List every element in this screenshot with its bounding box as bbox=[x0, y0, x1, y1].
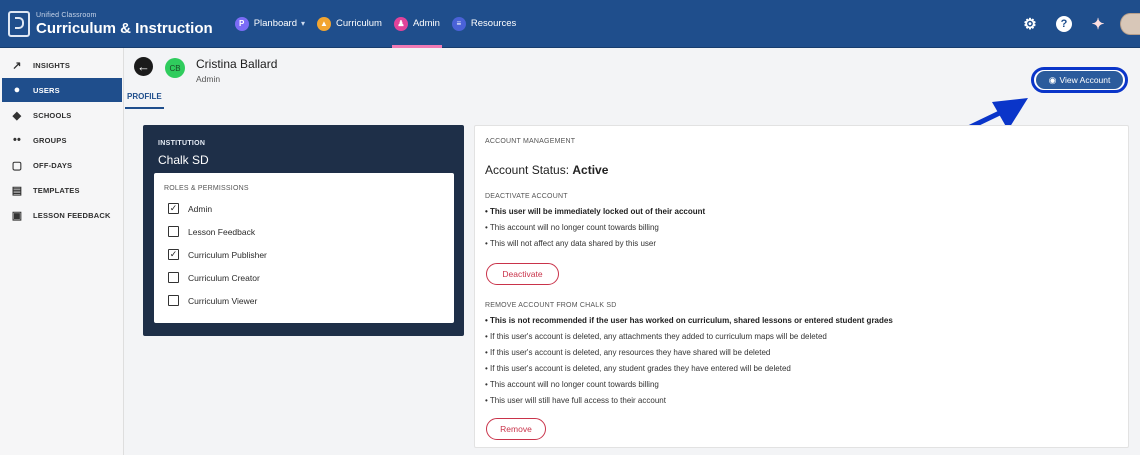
nav-planboard-label: Planboard bbox=[253, 18, 297, 29]
sidebar-item-off-days[interactable]: ▢ OFF-DAYS bbox=[2, 153, 123, 177]
role-curriculum-creator[interactable]: Curriculum Creator bbox=[168, 272, 260, 283]
sidebar-item-label: LESSON FEEDBACK bbox=[33, 210, 111, 220]
sidebar-item-label: GROUPS bbox=[33, 135, 67, 145]
role-label: Curriculum Publisher bbox=[188, 249, 267, 260]
sidebar-item-schools[interactable]: ◆ SCHOOLS bbox=[2, 103, 123, 127]
chevron-down-icon[interactable]: ▾ bbox=[301, 19, 305, 28]
remove-bullet: • This user will still have full access … bbox=[485, 396, 666, 405]
top-navigation-bar: Unified Classroom Curriculum & Instructi… bbox=[0, 0, 1140, 48]
account-status: Account Status: Active bbox=[485, 163, 608, 177]
sidebar-item-label: TEMPLATES bbox=[33, 185, 80, 195]
sidebar-item-label: SCHOOLS bbox=[33, 110, 72, 120]
user-name: Cristina Ballard bbox=[196, 57, 278, 71]
nav-curriculum[interactable]: ▲ Curriculum bbox=[311, 0, 388, 48]
remove-section-label: REMOVE ACCOUNT FROM CHALK SD bbox=[485, 302, 617, 309]
role-label: Curriculum Creator bbox=[188, 272, 260, 283]
planboard-p-icon: P bbox=[234, 16, 249, 31]
remove-bullet: • If this user's account is deleted, any… bbox=[485, 348, 771, 357]
role-label: Curriculum Viewer bbox=[188, 295, 258, 306]
remove-bullet: • If this user's account is deleted, any… bbox=[485, 332, 827, 341]
resources-icon: ≡ bbox=[451, 16, 466, 31]
brand-logo-icon bbox=[8, 10, 30, 37]
sidebar-item-label: INSIGHTS bbox=[33, 60, 71, 70]
roles-permissions-box: ROLES & PERMISSIONS ✓ Admin Lesson Feedb… bbox=[154, 173, 454, 323]
sidebar-item-templates[interactable]: ▤ TEMPLATES bbox=[2, 178, 123, 202]
account-status-value: Active bbox=[572, 163, 609, 177]
remove-bullet: • If this user's account is deleted, any… bbox=[485, 364, 791, 373]
announcements-icon[interactable]: ✦ bbox=[1088, 14, 1108, 34]
institution-label: INSTITUTION bbox=[158, 140, 206, 147]
nav-admin-label: Admin bbox=[412, 18, 440, 29]
deactivate-section-label: DEACTIVATE ACCOUNT bbox=[485, 193, 568, 200]
remove-button[interactable]: Remove bbox=[486, 418, 546, 440]
remove-bullet: • This account will no longer count towa… bbox=[485, 380, 659, 389]
role-admin[interactable]: ✓ Admin bbox=[168, 203, 212, 214]
sidebar-item-insights[interactable]: ↗ INSIGHTS bbox=[2, 53, 123, 77]
groups-icon: •• bbox=[12, 134, 22, 146]
account-status-prefix: Account Status: bbox=[485, 163, 570, 177]
insights-icon: ↗ bbox=[12, 59, 22, 72]
institution-name: Chalk SD bbox=[158, 153, 209, 167]
view-account-highlight: ◉ View Account bbox=[1031, 67, 1128, 93]
app-title: Curriculum & Instruction bbox=[36, 19, 213, 37]
help-button[interactable]: ? bbox=[1054, 14, 1074, 34]
curriculum-icon: ▲ bbox=[317, 16, 332, 31]
arrow-left-icon: ← bbox=[137, 59, 150, 74]
sidebar-item-users[interactable]: ● USERS bbox=[2, 78, 122, 102]
role-checkbox[interactable]: ✓ bbox=[168, 203, 179, 214]
role-label: Lesson Feedback bbox=[188, 226, 256, 237]
user-role: Admin bbox=[196, 74, 221, 84]
gear-icon[interactable]: ⚙ bbox=[1020, 14, 1040, 34]
account-management-card: ACCOUNT MANAGEMENT Account Status: Activ… bbox=[474, 125, 1129, 448]
templates-icon: ▤ bbox=[11, 184, 23, 197]
sidebar-item-groups[interactable]: •• GROUPS bbox=[2, 128, 123, 152]
nav-planboard[interactable]: P Planboard ▾ bbox=[229, 0, 311, 48]
role-curriculum-publisher[interactable]: ✓ Curriculum Publisher bbox=[168, 249, 267, 260]
app-brand[interactable]: Unified Classroom Curriculum & Instructi… bbox=[8, 10, 213, 37]
view-account-button[interactable]: ◉ View Account bbox=[1036, 71, 1123, 89]
feedback-icon: ▣ bbox=[11, 209, 23, 222]
role-checkbox[interactable] bbox=[168, 226, 179, 237]
sidebar-item-lesson-feedback[interactable]: ▣ LESSON FEEDBACK bbox=[2, 203, 123, 227]
role-curriculum-viewer[interactable]: Curriculum Viewer bbox=[168, 295, 257, 306]
admin-icon: ♟ bbox=[393, 16, 408, 31]
tab-profile[interactable]: PROFILE bbox=[125, 92, 164, 109]
nav-admin[interactable]: ♟ Admin bbox=[388, 0, 446, 48]
nav-resources[interactable]: ≡ Resources bbox=[446, 0, 522, 48]
role-checkbox[interactable] bbox=[168, 272, 179, 283]
deactivate-button[interactable]: Deactivate bbox=[486, 263, 559, 285]
users-icon: ● bbox=[13, 84, 21, 96]
remove-bullet: • This is not recommended if the user ha… bbox=[485, 316, 893, 325]
brand-text: Unified Classroom Curriculum & Instructi… bbox=[36, 12, 213, 36]
institution-card: INSTITUTION Chalk SD ROLES & PERMISSIONS… bbox=[143, 125, 464, 336]
user-avatar-icon[interactable] bbox=[1120, 13, 1140, 35]
main-nav: P Planboard ▾ ▲ Curriculum ♟ Admin ≡ Res… bbox=[229, 0, 523, 48]
deactivate-bullet: • This account will no longer count towa… bbox=[485, 223, 659, 232]
roles-label: ROLES & PERMISSIONS bbox=[164, 185, 249, 192]
role-checkbox[interactable]: ✓ bbox=[168, 249, 179, 260]
calendar-icon: ▢ bbox=[11, 159, 23, 172]
back-button[interactable]: ← bbox=[134, 57, 153, 76]
schools-icon: ◆ bbox=[12, 109, 22, 122]
nav-resources-label: Resources bbox=[470, 18, 517, 29]
role-label: Admin bbox=[188, 203, 213, 214]
eye-icon: ◉ bbox=[1048, 74, 1057, 85]
role-lesson-feedback[interactable]: Lesson Feedback bbox=[168, 226, 255, 237]
role-checkbox[interactable] bbox=[168, 295, 179, 306]
brand-subtitle: Unified Classroom bbox=[36, 11, 97, 19]
sidebar-item-label: OFF-DAYS bbox=[33, 160, 73, 170]
help-icon: ? bbox=[1056, 16, 1072, 32]
sidebar: ↗ INSIGHTS ● USERS ◆ SCHOOLS •• GROUPS ▢… bbox=[0, 48, 124, 455]
deactivate-bullet: • This user will be immediately locked o… bbox=[485, 207, 706, 216]
top-right-actions: ⚙ ? ✦ bbox=[1006, 0, 1140, 48]
nav-curriculum-label: Curriculum bbox=[336, 18, 382, 29]
deactivate-bullet: • This will not affect any data shared b… bbox=[485, 239, 657, 248]
sidebar-item-label: USERS bbox=[33, 85, 60, 95]
account-management-label: ACCOUNT MANAGEMENT bbox=[485, 138, 576, 145]
view-account-label: View Account bbox=[1059, 75, 1111, 85]
avatar: CB bbox=[165, 58, 185, 78]
